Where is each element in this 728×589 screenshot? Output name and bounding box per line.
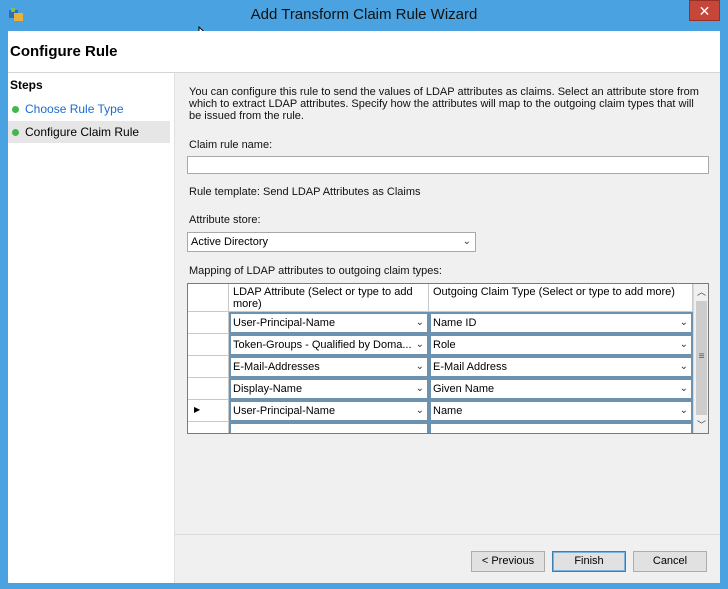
row-header[interactable] bbox=[188, 356, 229, 378]
claim-type-value: Name ID bbox=[433, 317, 477, 329]
title-bar[interactable]: Add Transform Claim Rule Wizard ✕ bbox=[0, 0, 728, 31]
grip-icon: ≡ bbox=[698, 351, 705, 362]
ldap-attribute-value: Token-Groups - Qualified by Doma... bbox=[233, 339, 412, 351]
grid-corner-header bbox=[188, 284, 229, 312]
ldap-attribute-cell[interactable]: User-Principal-Name ⌄ bbox=[229, 312, 429, 334]
step-label: Configure Claim Rule bbox=[25, 125, 140, 139]
claim-rule-name-label: Claim rule name: bbox=[189, 139, 273, 151]
chevron-down-icon[interactable]: ⌄ bbox=[416, 380, 424, 398]
step-configure-claim-rule: Configure Claim Rule bbox=[8, 121, 170, 143]
finish-button[interactable]: Finish bbox=[552, 551, 626, 572]
attribute-store-value: Active Directory bbox=[191, 236, 269, 248]
row-header-current[interactable]: ▶ bbox=[188, 400, 229, 422]
previous-button[interactable]: < Previous bbox=[471, 551, 545, 572]
claim-type-cell[interactable]: Name ID ⌄ bbox=[429, 312, 693, 334]
page-title: Configure Rule bbox=[10, 43, 118, 60]
scroll-up-icon[interactable]: ︿ bbox=[694, 284, 708, 300]
steps-heading: Steps bbox=[10, 78, 43, 92]
wizard-window: Add Transform Claim Rule Wizard ✕ Config… bbox=[0, 0, 728, 589]
claim-type-cell[interactable]: Role ⌄ bbox=[429, 334, 693, 356]
chevron-down-icon[interactable]: ⌄ bbox=[680, 314, 688, 332]
rule-template-text: Rule template: Send LDAP Attributes as C… bbox=[189, 186, 421, 198]
ldap-attribute-value: E-Mail-Addresses bbox=[233, 361, 320, 373]
column-header-claim-type[interactable]: Outgoing Claim Type (Select or type to a… bbox=[429, 284, 693, 312]
chevron-down-icon[interactable]: ⌄ bbox=[416, 358, 424, 376]
chevron-down-icon[interactable]: ⌄ bbox=[680, 336, 688, 354]
window-title: Add Transform Claim Rule Wizard bbox=[250, 6, 478, 23]
ldap-attribute-value: User-Principal-Name bbox=[233, 405, 336, 417]
column-header-ldap[interactable]: LDAP Attribute (Select or type to add mo… bbox=[229, 284, 429, 312]
mapping-grid[interactable]: LDAP Attribute (Select or type to add mo… bbox=[187, 283, 709, 434]
row-header[interactable] bbox=[188, 312, 229, 334]
ldap-attribute-cell[interactable]: User-Principal-Name ⌄ bbox=[229, 400, 429, 422]
row-header[interactable] bbox=[188, 378, 229, 400]
ldap-attribute-cell[interactable]: Display-Name ⌄ bbox=[229, 378, 429, 400]
claim-type-cell[interactable]: E-Mail Address ⌄ bbox=[429, 356, 693, 378]
step-complete-dot-icon bbox=[12, 106, 19, 113]
chevron-down-icon[interactable]: ⌄ bbox=[680, 358, 688, 376]
scroll-down-icon[interactable]: ﹀ bbox=[694, 417, 708, 433]
step-label: Choose Rule Type bbox=[25, 102, 124, 116]
cancel-button[interactable]: Cancel bbox=[633, 551, 707, 572]
main-content: You can configure this rule to send the … bbox=[175, 73, 720, 583]
row-header[interactable] bbox=[188, 422, 229, 433]
row-header[interactable] bbox=[188, 334, 229, 356]
close-button[interactable]: ✕ bbox=[689, 0, 720, 21]
chevron-down-icon[interactable]: ⌄ bbox=[416, 402, 424, 420]
ldap-attribute-cell[interactable]: Token-Groups - Qualified by Doma... ⌄ bbox=[229, 334, 429, 356]
rule-description: You can configure this rule to send the … bbox=[189, 86, 699, 122]
claim-type-cell-new[interactable] bbox=[429, 422, 693, 433]
claim-type-cell[interactable]: Name ⌄ bbox=[429, 400, 693, 422]
chevron-down-icon[interactable]: ⌄ bbox=[680, 380, 688, 398]
ldap-attribute-value: User-Principal-Name bbox=[233, 317, 336, 329]
page-header: Configure Rule bbox=[8, 31, 720, 73]
scroll-thumb[interactable]: ≡ bbox=[696, 301, 707, 415]
chevron-down-icon[interactable]: ⌄ bbox=[680, 402, 688, 420]
attribute-store-select[interactable]: Active Directory ⌄ bbox=[187, 232, 476, 252]
claim-type-value: E-Mail Address bbox=[433, 361, 507, 373]
chevron-down-icon[interactable]: ⌄ bbox=[416, 336, 424, 354]
claim-type-cell[interactable]: Given Name ⌄ bbox=[429, 378, 693, 400]
claim-type-value: Name bbox=[433, 405, 463, 417]
claim-type-value: Role bbox=[433, 339, 456, 351]
chevron-down-icon[interactable]: ⌄ bbox=[416, 314, 424, 332]
current-row-arrow-icon: ▶ bbox=[194, 405, 201, 414]
close-icon: ✕ bbox=[698, 3, 711, 19]
grid-vertical-scrollbar[interactable]: ︿ ≡ ﹀ bbox=[693, 284, 708, 433]
footer-divider bbox=[175, 534, 720, 535]
step-choose-rule-type[interactable]: Choose Rule Type bbox=[8, 98, 170, 120]
attribute-store-label: Attribute store: bbox=[189, 214, 261, 226]
ldap-attribute-cell-new[interactable] bbox=[229, 422, 429, 433]
mapping-label: Mapping of LDAP attributes to outgoing c… bbox=[189, 265, 442, 277]
ldap-attribute-cell[interactable]: E-Mail-Addresses ⌄ bbox=[229, 356, 429, 378]
chevron-down-icon: ⌄ bbox=[462, 236, 471, 247]
steps-panel: Steps Choose Rule Type Configure Claim R… bbox=[8, 73, 175, 583]
claim-rule-name-input[interactable] bbox=[187, 156, 709, 174]
ldap-attribute-value: Display-Name bbox=[233, 383, 303, 395]
claim-type-value: Given Name bbox=[433, 383, 495, 395]
wizard-client-area: Configure Rule Steps Choose Rule Type Co… bbox=[8, 31, 720, 583]
step-current-dot-icon bbox=[12, 129, 19, 136]
